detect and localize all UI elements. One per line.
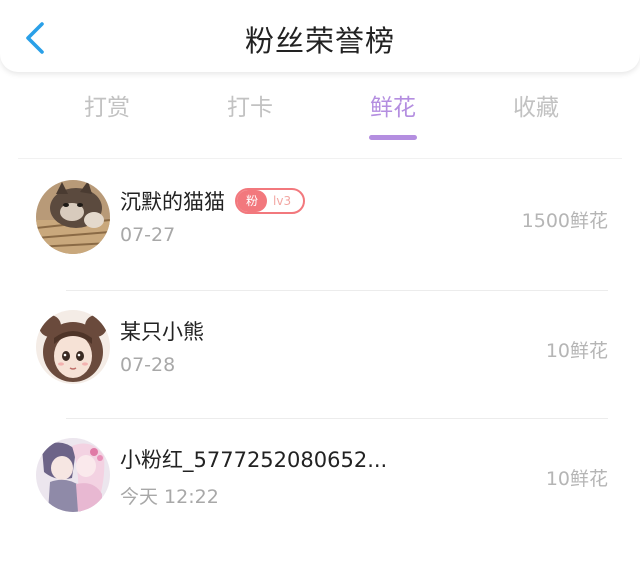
name-line: 沉默的猫猫 粉 lv3: [120, 186, 306, 216]
bear-girl-avatar-icon: [36, 310, 110, 384]
flower-amount: 10鲜花: [545, 340, 608, 362]
fan-name: 某只小熊: [120, 320, 204, 344]
tab-bar: 打赏 打卡 鲜花 收藏: [0, 88, 640, 144]
tab-label: 打赏: [84, 95, 130, 121]
badge-type: 粉: [237, 190, 268, 212]
fan-name: 沉默的猫猫: [120, 190, 225, 214]
avatar[interactable]: [36, 310, 110, 384]
name-line: 某只小熊: [120, 316, 204, 346]
list-item[interactable]: 某只小熊 07-28 10鲜花: [0, 290, 640, 418]
badge-level: lv3: [273, 194, 292, 208]
fan-name: 小粉红_5777252080652...: [120, 448, 388, 472]
name-line: 小粉红_5777252080652...: [120, 444, 387, 474]
cat-avatar-icon: [36, 180, 110, 254]
list-item[interactable]: 沉默的猫猫 粉 lv3 07-27 1500鲜花: [0, 160, 640, 288]
flower-amount: 1500鲜花: [521, 210, 608, 232]
active-tab-indicator: [369, 135, 417, 140]
fan-date: 07-27: [120, 224, 176, 246]
tab-flowers[interactable]: 鲜花: [333, 88, 453, 144]
anime-couple-avatar-icon: [36, 438, 110, 512]
tab-favorites[interactable]: 收藏: [476, 88, 596, 144]
tab-label: 收藏: [513, 95, 559, 121]
avatar[interactable]: [36, 438, 110, 512]
flower-amount: 10鲜花: [545, 468, 608, 490]
tab-checkin[interactable]: 打卡: [190, 88, 310, 144]
fan-level-badge: 粉 lv3: [235, 188, 306, 214]
tab-label: 鲜花: [370, 95, 416, 121]
page-title: 粉丝荣誉榜: [244, 24, 395, 58]
list-item[interactable]: 小粉红_5777252080652... 今天 12:22 10鲜花: [0, 418, 640, 546]
tab-reward[interactable]: 打赏: [47, 88, 167, 144]
tab-divider: [18, 158, 622, 159]
fan-date: 今天 12:22: [120, 486, 219, 508]
fan-date: 07-28: [120, 354, 176, 376]
header-bar: 粉丝荣誉榜: [0, 0, 640, 72]
tab-label: 打卡: [227, 95, 273, 121]
avatar[interactable]: [36, 180, 110, 254]
